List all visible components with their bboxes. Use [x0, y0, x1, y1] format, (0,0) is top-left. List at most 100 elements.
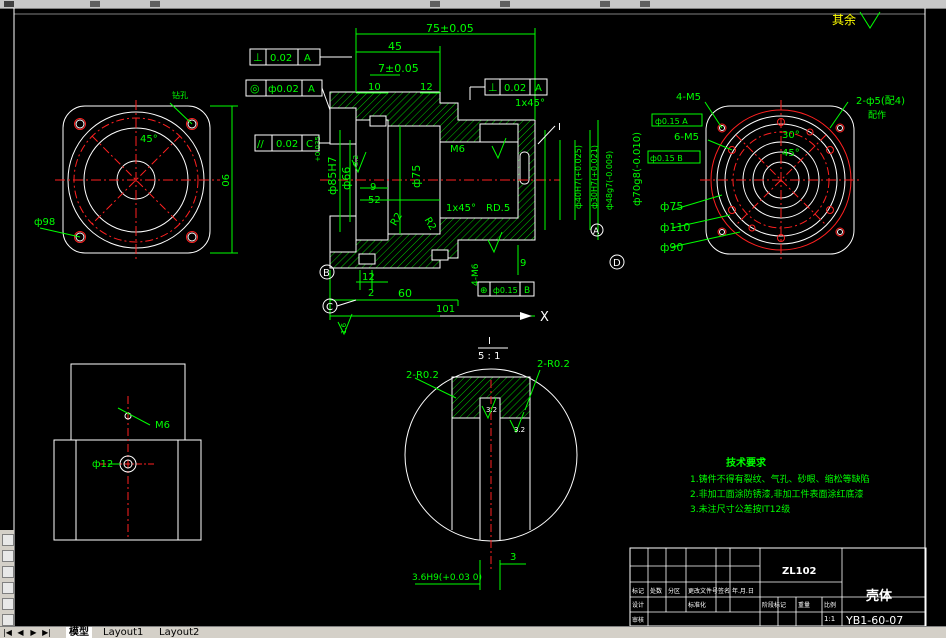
right-label-4m5: 4-M5	[676, 92, 701, 103]
tech-requirements: 技术要求 1.铸件不得有裂纹、气孔、砂眼、缩松等缺陷 2.非加工面涂防锈漆,非加…	[690, 456, 870, 515]
front-dim-60: 60	[398, 287, 412, 300]
tb-part-name: 壳体	[865, 588, 893, 604]
front-dim-52: 52	[368, 195, 381, 206]
title-block: 标记 处数 分区 更改文件号 签名 年.月.日 设计 标准化 审核 阶段标记 重…	[629, 547, 927, 626]
tool-button[interactable]	[2, 598, 14, 610]
front-dim-2: 2	[368, 288, 374, 299]
tb-drawing-number: YB1-60-07	[845, 614, 903, 626]
toolbar-button[interactable]	[500, 1, 510, 7]
detail-rough-2: 3.2	[514, 426, 525, 434]
rough-32: 3.2	[352, 155, 360, 166]
detail-rough-1: 3.2	[486, 406, 497, 414]
next-tab-icon[interactable]: ▶	[28, 627, 39, 638]
roughness-note: 其余	[832, 11, 881, 29]
tb-h3-1: 重量	[798, 601, 810, 609]
tb-h2-2: 标准化	[688, 601, 706, 609]
tool-button[interactable]	[2, 582, 14, 594]
gtol-para-symbol: //	[257, 139, 264, 150]
tool-button[interactable]	[2, 614, 14, 626]
left-toolbar	[0, 530, 15, 626]
right-dim-phi90: ф90	[660, 241, 683, 254]
datum-label-c: C	[326, 302, 333, 313]
tool-button[interactable]	[2, 534, 14, 546]
tool-button[interactable]	[2, 566, 14, 578]
tb-h1-4: 签名	[718, 587, 730, 595]
front-dim-overall: 75±0.05	[426, 22, 474, 35]
front-dim-rd: RD.5	[486, 203, 510, 214]
gtol-bottom-symbol: ⊕	[480, 286, 488, 296]
front-dim-phi40: ф40H7(+0.025)	[574, 145, 583, 209]
tb-h1-3: 更改文件号	[688, 587, 718, 595]
datum-label-d: D	[613, 258, 621, 269]
gtol-bottom: ⊕ ф0.15 B	[477, 281, 535, 297]
right-label-2phi5: 2-ф5(配4)	[856, 95, 905, 107]
tb-h1-1: 处数	[650, 587, 662, 595]
gtol-perpendicularity: ⊥ 0.02 A	[249, 48, 352, 66]
tab-layout2[interactable]: Layout2	[156, 627, 202, 638]
front-dim-45: 45	[388, 40, 402, 53]
tb-h3-2: 比例	[824, 601, 836, 609]
datum-label-a: A	[593, 227, 600, 237]
front-dim-phi75: ф75	[410, 165, 423, 188]
front-dim-12b: 12	[362, 272, 375, 283]
gtol-para-datum: C	[306, 139, 313, 150]
drawing-canvas[interactable]: 其余 90 45° ф98 钻孔 X 75±0.05 45 7±0.05 10 …	[0, 8, 946, 626]
tb-h1-5: 年.月.日	[732, 587, 754, 595]
left-dim-phi98: ф98	[34, 217, 55, 228]
layout-tab-bar: |◀ ◀ ▶ ▶| 模型 Layout1 Layout2	[0, 626, 946, 638]
front-dim-m6: M6	[450, 144, 465, 155]
gtol-perp-symbol: ⊥	[253, 51, 263, 64]
gtol-conc-value: ф0.02	[268, 84, 299, 95]
front-chamfer-bottom: 1x45°	[446, 203, 476, 214]
toolbar-button[interactable]	[640, 1, 650, 7]
front-dim-phi66: ф66	[340, 167, 353, 190]
gtol-perp-datum: A	[304, 53, 311, 64]
tab-layout1[interactable]: Layout1	[100, 627, 146, 638]
gtol-conc-datum: A	[308, 84, 315, 95]
front-chamfer-top: 1x45°	[515, 98, 545, 109]
right-dim-phi110: ф110	[660, 221, 690, 234]
tb-h2-0: 设计	[632, 601, 644, 609]
front-dim-phi85h7: ф85H7	[326, 156, 339, 195]
tool-button[interactable]	[2, 550, 14, 562]
tab-model[interactable]: 模型	[66, 627, 92, 638]
detail-r02-left: 2-R0.2	[406, 370, 439, 381]
first-tab-icon[interactable]: |◀	[2, 627, 13, 638]
detail-view: I 5 : 1 2-R0.2 2-R0.2 3.2 3.2 3 3.6H9(+0…	[404, 336, 578, 590]
front-dim-phi85-tol: +0.035	[314, 136, 322, 162]
tech-item-3: 3.未注尺寸公差按IT12级	[690, 503, 790, 515]
right-dim-30: 30°	[782, 130, 800, 141]
tb-material: ZL102	[782, 566, 817, 577]
left-dim-90: 90	[219, 174, 230, 187]
gtol-right-value: 0.02	[504, 83, 526, 94]
front-dim-101: 101	[436, 304, 455, 315]
toolbar-button[interactable]	[150, 1, 160, 7]
toolbar-button[interactable]	[90, 1, 100, 7]
tb-h1-2: 分区	[668, 587, 680, 595]
toolbar-button[interactable]	[430, 1, 440, 7]
tb-review: 审核	[632, 616, 644, 624]
detail-scale: 5 : 1	[478, 351, 500, 362]
detail-r02-right: 2-R0.2	[537, 359, 570, 370]
bottom-left-view: M6 ф12	[53, 363, 202, 541]
tech-title: 技术要求	[726, 456, 767, 469]
bl-label-phi12: ф12	[92, 459, 113, 470]
left-view: 90 45° ф98 钻孔	[34, 90, 238, 262]
gtol-right-symbol: ⊥	[488, 81, 498, 94]
bl-label-m6: M6	[155, 420, 170, 431]
front-dim-10: 10	[368, 82, 381, 93]
prev-tab-icon[interactable]: ◀	[15, 627, 26, 638]
last-tab-icon[interactable]: ▶|	[41, 627, 52, 638]
front-dim-4m6: 4-M6	[471, 263, 481, 286]
toolbar-button[interactable]	[600, 1, 610, 7]
right-dim-45: 45°	[782, 148, 800, 159]
gtol-para-value: 0.02	[276, 139, 298, 150]
gtol-parallelism: // 0.02 C	[254, 134, 330, 152]
toolbar-button[interactable]	[4, 1, 14, 7]
front-dim-9: 9	[370, 182, 376, 193]
front-dim-9b: 9	[520, 258, 526, 269]
front-section-view: X 75±0.05 45 7±0.05 10 12 1x45° M6 9 52 …	[245, 22, 643, 336]
gtol-right-datum: A	[535, 83, 542, 94]
rough-16: 1.6	[340, 322, 348, 334]
front-dim-phi70g8: ф70g8(-0.010)	[632, 132, 643, 206]
